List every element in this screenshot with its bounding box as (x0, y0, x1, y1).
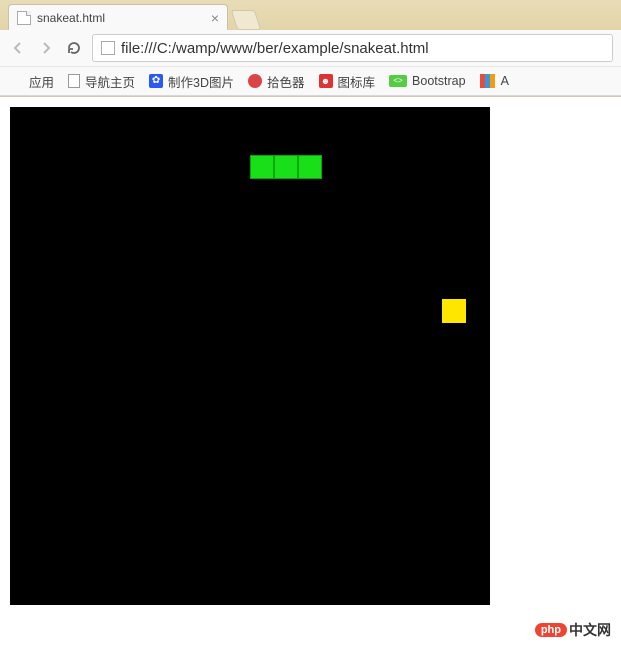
bookmark-label: Bootstrap (412, 74, 466, 88)
snake-segment (250, 155, 274, 179)
bookmark-label: 制作3D图片 (168, 72, 234, 91)
bookmark-apps[interactable]: 应用 (8, 72, 54, 91)
watermark-text: 中文网 (569, 620, 611, 640)
food-cell (442, 299, 466, 323)
watermark: php 中文网 (535, 620, 611, 640)
reload-button[interactable] (64, 38, 84, 58)
bookmark-label: 导航主页 (85, 72, 135, 91)
game-board[interactable] (10, 107, 490, 605)
bookmark-label: A (501, 74, 509, 88)
reload-icon (66, 40, 82, 56)
forward-button[interactable] (36, 38, 56, 58)
bookmark-bootstrap[interactable]: <> Bootstrap (389, 74, 466, 88)
nav-toolbar: file:///C:/wamp/www/ber/example/snakeat.… (0, 30, 621, 66)
url-bar[interactable]: file:///C:/wamp/www/ber/example/snakeat.… (92, 34, 613, 62)
close-icon[interactable]: × (211, 10, 219, 26)
back-button[interactable] (8, 38, 28, 58)
page-content (0, 97, 621, 615)
browser-chrome: snakeat.html × file:///C:/wamp/www/ber/e… (0, 0, 621, 97)
tab-strip: snakeat.html × (0, 0, 621, 30)
bookmark-label: 拾色器 (267, 72, 305, 91)
bookmark-color-picker[interactable]: 拾色器 (248, 72, 305, 91)
bookmark-label: 应用 (29, 72, 54, 91)
watermark-badge: php (535, 623, 567, 637)
page-icon (68, 74, 80, 88)
bookmark-icon-lib[interactable]: ☻ 图标库 (319, 72, 376, 91)
multi-icon (480, 73, 496, 89)
bookmark-nav-home[interactable]: 导航主页 (68, 72, 135, 91)
snake-segment (298, 155, 322, 179)
snake-segment (274, 155, 298, 179)
iconlib-icon: ☻ (319, 74, 333, 88)
browser-tab[interactable]: snakeat.html × (8, 4, 228, 30)
palette-icon (248, 74, 262, 88)
bootstrap-icon: <> (389, 75, 407, 87)
url-text: file:///C:/wamp/www/ber/example/snakeat.… (121, 40, 429, 57)
bookmark-more[interactable]: A (480, 73, 509, 89)
page-icon (17, 11, 31, 25)
bookmark-label: 图标库 (338, 72, 376, 91)
bookmark-3d[interactable]: ✿ 制作3D图片 (149, 72, 234, 91)
baidu-icon: ✿ (149, 74, 163, 88)
bookmarks-bar: 应用 导航主页 ✿ 制作3D图片 拾色器 ☻ 图标库 <> Bootstrap … (0, 66, 621, 96)
tab-title: snakeat.html (37, 11, 205, 25)
arrow-left-icon (11, 41, 25, 55)
page-icon (101, 41, 115, 55)
apps-icon (8, 73, 24, 89)
arrow-right-icon (39, 41, 53, 55)
new-tab-button[interactable] (231, 10, 261, 30)
